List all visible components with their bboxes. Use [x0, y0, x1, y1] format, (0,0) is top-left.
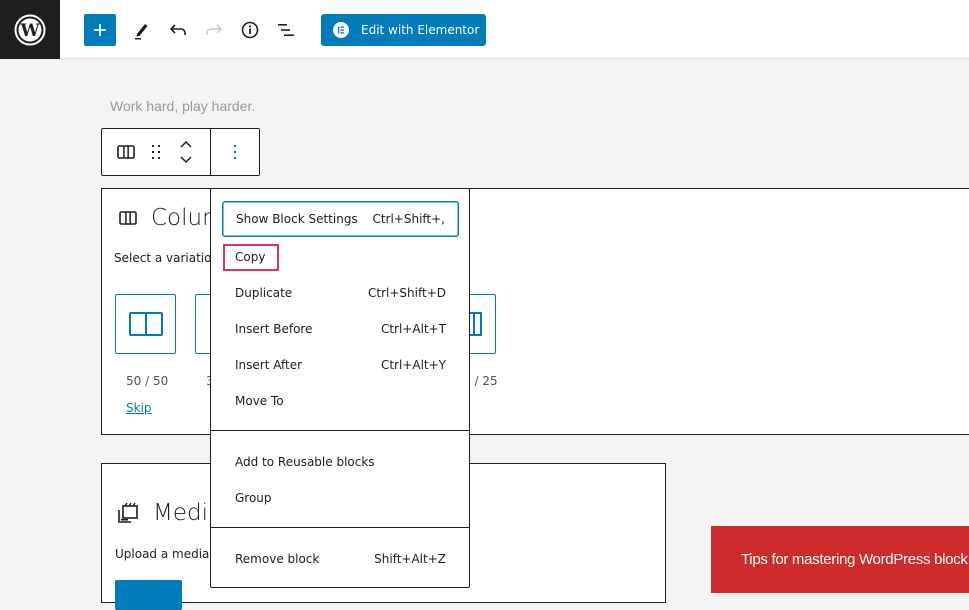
menu-item-insert-before[interactable]: Insert Before Ctrl+Alt+T	[222, 311, 459, 347]
menu-item-shortcut: Ctrl+Shift+D	[368, 286, 446, 300]
undo-icon	[169, 24, 186, 35]
redo-button[interactable]	[202, 14, 226, 46]
tips-banner[interactable]: Tips for mastering WordPress block	[711, 526, 969, 593]
menu-item-shortcut: Shift+Alt+Z	[374, 552, 446, 566]
variation-label: 50 / 50	[126, 374, 169, 388]
move-down-button[interactable]	[179, 155, 193, 164]
pencil-icon	[135, 24, 148, 40]
columns-block-instructions: Select a variation	[114, 251, 220, 265]
menu-separator	[211, 527, 469, 528]
columns-icon	[119, 211, 137, 225]
move-down-icon	[180, 156, 192, 164]
menu-item-move-to[interactable]: Move To	[222, 383, 459, 419]
menu-item-label: Remove block	[235, 552, 320, 566]
menu-item-label: Move To	[235, 394, 284, 408]
menu-item-group[interactable]: Group	[222, 480, 459, 516]
more-options-button[interactable]	[211, 129, 259, 175]
details-button[interactable]	[238, 14, 262, 46]
block-type-button[interactable]	[102, 145, 150, 159]
menu-item-label: Show Block Settings	[236, 212, 358, 226]
columns-block-title: Colum	[119, 205, 225, 231]
menu-item-shortcut: Ctrl+Shift+,	[372, 212, 445, 226]
menu-item-shortcut: Ctrl+Alt+Y	[380, 358, 446, 372]
menu-item-shortcut: Ctrl+Alt+T	[380, 322, 446, 336]
wordpress-logo-button[interactable]: W	[0, 0, 60, 59]
menu-item-add-to-reusable[interactable]: Add to Reusable blocks	[222, 444, 459, 480]
block-movers	[162, 140, 210, 164]
menu-item-duplicate[interactable]: Duplicate Ctrl+Shift+D	[222, 275, 459, 311]
info-icon	[241, 21, 259, 39]
menu-item-label: Duplicate	[235, 286, 293, 300]
drag-handle[interactable]	[150, 144, 162, 160]
menu-separator	[211, 430, 469, 431]
move-up-button[interactable]	[179, 140, 193, 149]
tools-button[interactable]	[130, 14, 154, 46]
edit-with-elementor-label: Edit with Elementor	[361, 23, 480, 37]
media-block-instructions: Upload a media	[115, 547, 210, 561]
upload-button[interactable]	[115, 580, 182, 610]
menu-item-insert-after[interactable]: Insert After Ctrl+Alt+Y	[222, 347, 459, 383]
undo-button[interactable]	[166, 14, 190, 46]
move-up-icon	[180, 140, 192, 148]
edit-with-elementor-button[interactable]: Edit with Elementor	[321, 14, 486, 46]
menu-item-label: Group	[235, 491, 272, 505]
elementor-icon	[333, 22, 349, 38]
media-block-title: Media	[117, 500, 222, 526]
drag-handle-icon	[152, 145, 160, 159]
block-options-menu: Show Block Settings Ctrl+Shift+, Copy Du…	[210, 188, 470, 588]
menu-item-remove-block[interactable]: Remove block Shift+Alt+Z	[222, 541, 459, 577]
list-view-icon	[278, 24, 294, 36]
two-columns-icon	[128, 312, 163, 336]
menu-item-label: Insert Before	[235, 322, 313, 336]
plus-icon	[94, 24, 106, 36]
menu-item-label: Insert After	[235, 358, 303, 372]
variation-50-50[interactable]	[115, 294, 176, 354]
editor-top-toolbar: W Edit with Elementor	[0, 0, 969, 59]
skip-link[interactable]: Skip	[126, 401, 152, 415]
block-toolbar-group-main	[102, 129, 211, 175]
redo-icon	[206, 24, 223, 35]
menu-item-label: Add to Reusable blocks	[235, 455, 375, 469]
copy-highlight-box	[223, 244, 279, 271]
list-view-button[interactable]	[274, 14, 298, 46]
wordpress-logo-icon: W	[14, 14, 46, 45]
more-options-icon	[234, 145, 236, 159]
add-block-button[interactable]	[84, 14, 116, 46]
site-tagline[interactable]: Work hard, play harder.	[110, 98, 255, 114]
svg-text:W: W	[19, 21, 40, 41]
columns-icon	[117, 145, 135, 159]
block-toolbar	[101, 128, 260, 176]
menu-item-show-block-settings[interactable]: Show Block Settings Ctrl+Shift+,	[222, 201, 459, 237]
media-icon	[118, 502, 138, 523]
